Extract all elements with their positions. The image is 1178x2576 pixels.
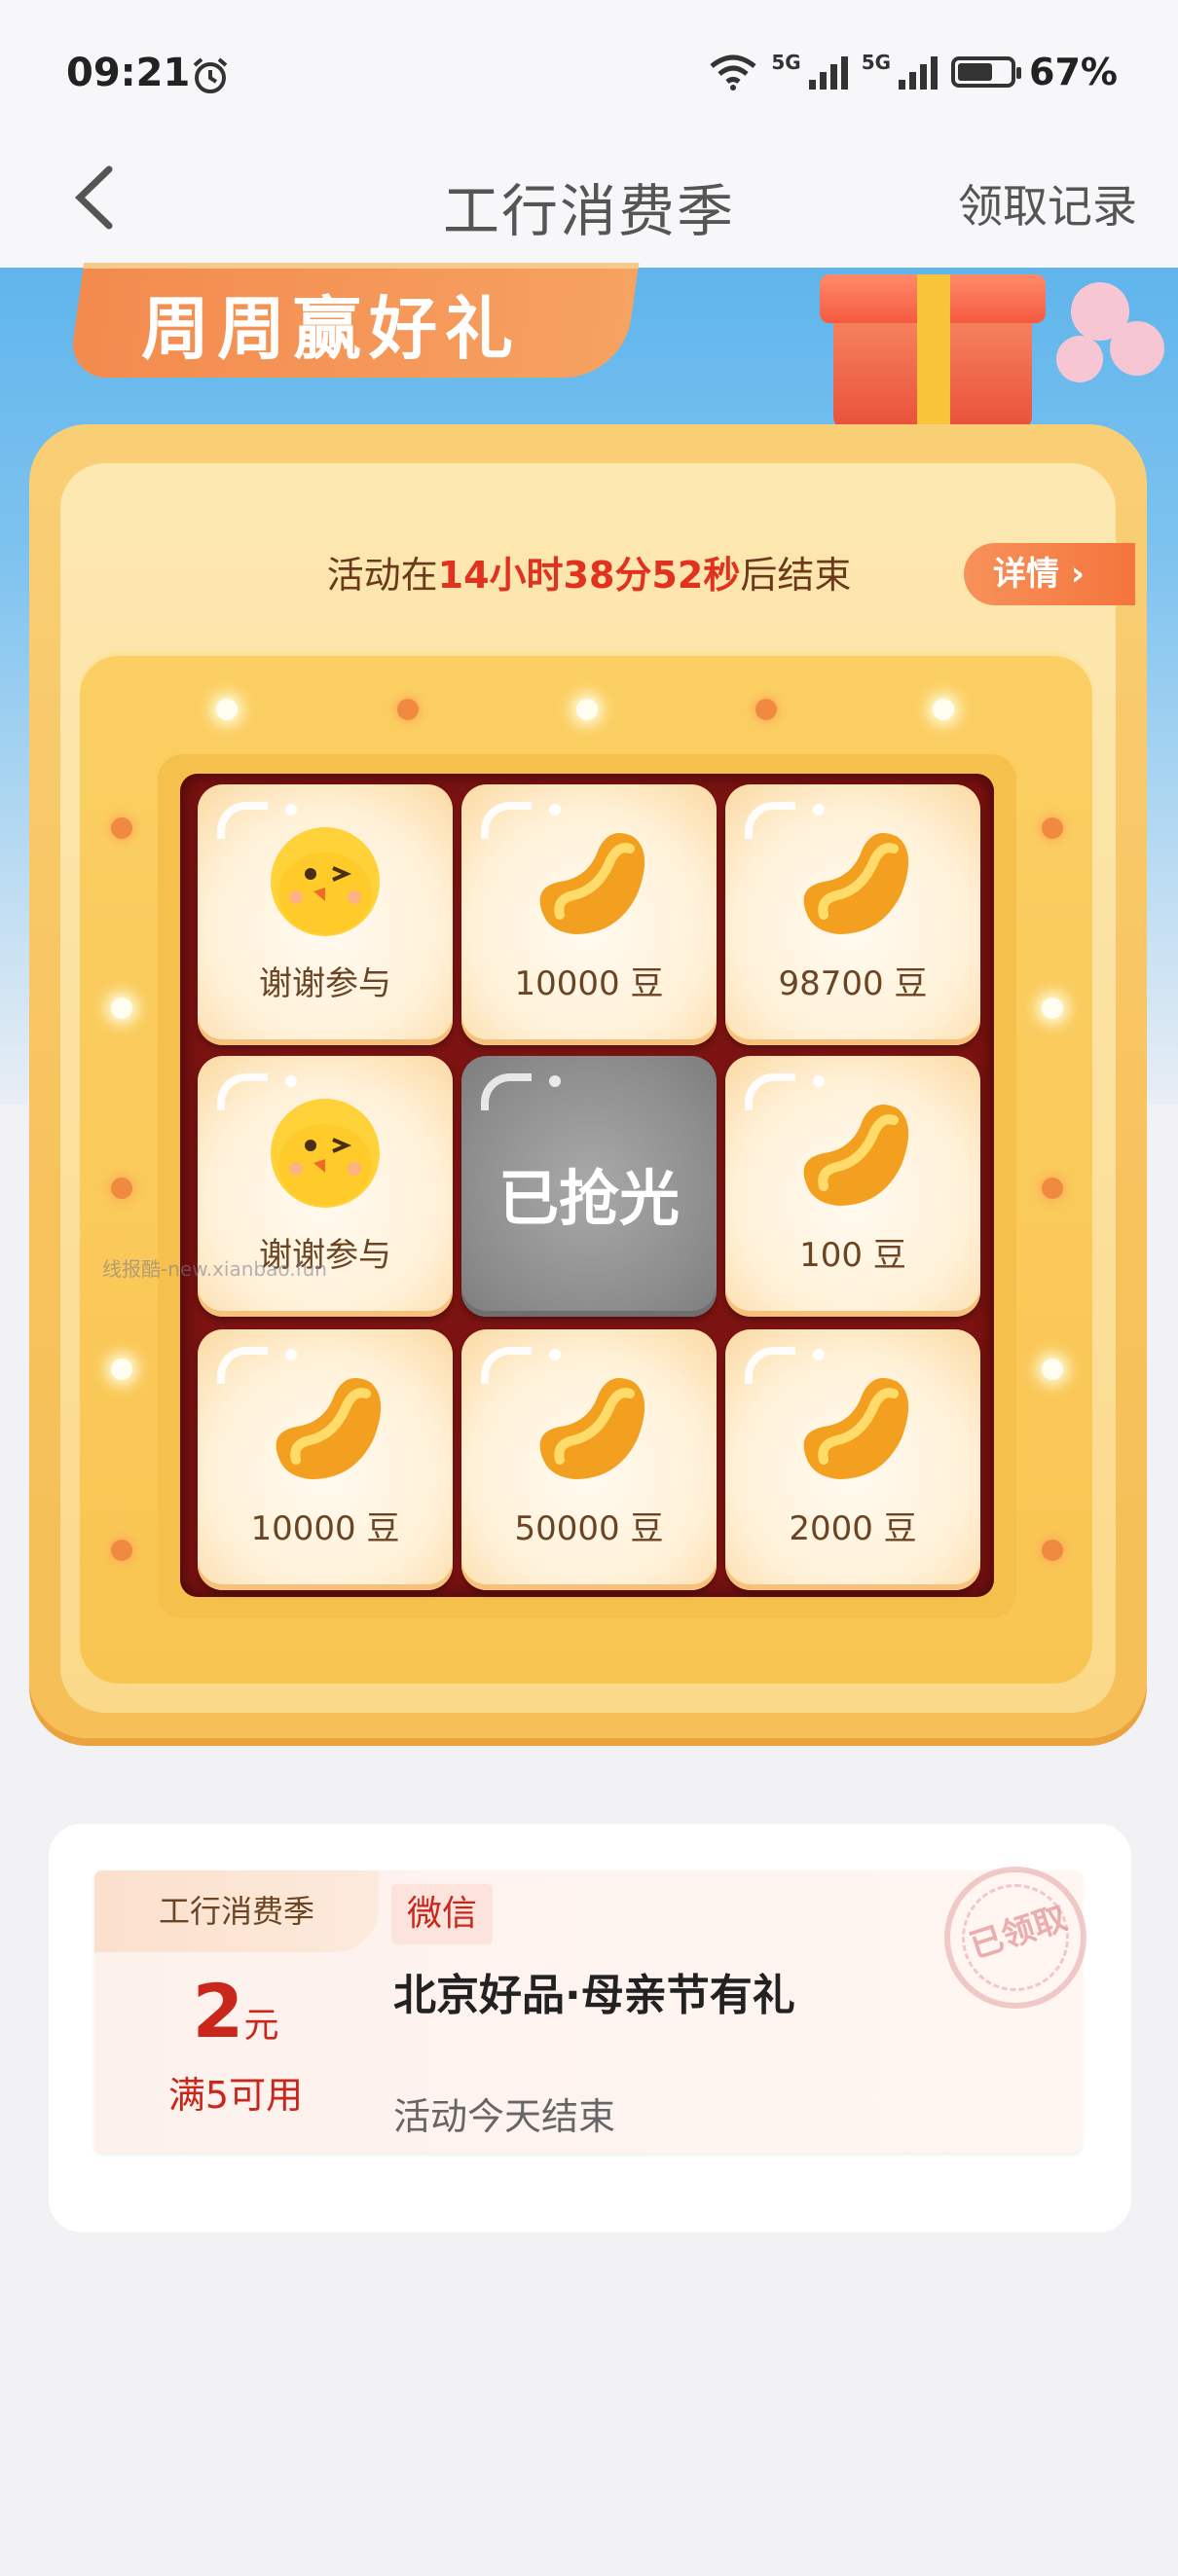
claim-records-link[interactable]: 领取记录 <box>958 171 1137 236</box>
bean-icon <box>539 833 645 934</box>
marquee-light <box>576 699 598 720</box>
prize-cell[interactable]: 10000 豆 <box>461 784 717 1045</box>
marquee-light <box>1042 1178 1063 1199</box>
marquee-light <box>1042 1359 1063 1380</box>
marquee-light <box>933 699 954 720</box>
bean-icon <box>803 1105 909 1206</box>
battery-fill <box>958 63 993 81</box>
coupon-title: 北京好品·母亲节有礼 <box>393 1971 795 2020</box>
wifi-icon <box>710 54 756 91</box>
prize-cell[interactable]: 2000 豆 <box>725 1329 980 1590</box>
signal-icon <box>808 54 848 90</box>
prize-cell[interactable]: 98700 豆 <box>725 784 980 1045</box>
sold-out-center[interactable]: 已抢光 <box>461 1056 717 1317</box>
prize-cell[interactable]: 10000 豆 <box>198 1329 453 1590</box>
marquee-light <box>111 1359 132 1380</box>
prize-cell[interactable]: 100 豆 <box>725 1056 980 1317</box>
prize-cell[interactable]: 50000 豆 <box>461 1329 717 1590</box>
bean-icon <box>803 833 909 934</box>
bean-icon <box>803 1378 909 1479</box>
flower-decoration <box>1110 321 1164 376</box>
bean-icon <box>276 1378 382 1479</box>
details-button[interactable]: 详情 › <box>964 543 1135 605</box>
countdown-time: 14小时38分52秒 <box>437 554 741 597</box>
prize-label: 100 豆 <box>799 1236 906 1275</box>
signal-icon <box>899 54 939 90</box>
coupon-condition: 满5可用 <box>167 2074 304 2117</box>
marquee-light <box>111 1178 132 1199</box>
marquee-light <box>111 817 132 839</box>
battery-icon <box>951 56 1022 88</box>
sold-out-label: 已抢光 <box>497 1163 680 1234</box>
prize-label: 50000 豆 <box>514 1509 664 1548</box>
prize-cell[interactable]: 谢谢参与 <box>198 784 453 1045</box>
prize-label: 10000 豆 <box>250 1509 400 1548</box>
flower-decoration <box>1056 336 1103 382</box>
bean-icon <box>539 1378 645 1479</box>
prize-label: 谢谢参与 <box>259 964 391 1003</box>
coupon-subtitle: 活动今天结束 <box>393 2095 616 2138</box>
marquee-light <box>755 699 777 720</box>
battery-percent: 67% <box>1029 51 1118 93</box>
marquee-light <box>1042 998 1063 1019</box>
marquee-light <box>216 699 238 720</box>
prize-label: 2000 豆 <box>789 1509 917 1548</box>
prize-label: 98700 豆 <box>778 964 928 1003</box>
marquee-light <box>111 998 132 1019</box>
marquee-light <box>1042 817 1063 839</box>
marquee-light <box>397 699 419 720</box>
marquee-light <box>111 1540 132 1561</box>
status-icons: 5G 5G 67% <box>709 51 1118 93</box>
gift-box-icon <box>820 274 1046 430</box>
coupon-tag: 工行消费季 <box>94 1870 379 1952</box>
channel-badge: 微信 <box>391 1884 493 1944</box>
prize-label: 10000 豆 <box>514 964 664 1003</box>
chick-icon <box>271 1099 380 1208</box>
watermark: 线报酷-new.xianbao.fun <box>102 1257 327 1281</box>
network-5g-label: 5G <box>861 51 892 74</box>
network-5g-label: 5G <box>771 51 801 74</box>
marquee-light <box>1042 1540 1063 1561</box>
alarm-icon <box>193 57 228 93</box>
coupon-amount: 2元 <box>192 1968 279 2054</box>
chick-icon <box>271 827 380 936</box>
status-time: 09:21 <box>66 51 191 95</box>
banner-title: 周周赢好礼 <box>141 289 521 369</box>
